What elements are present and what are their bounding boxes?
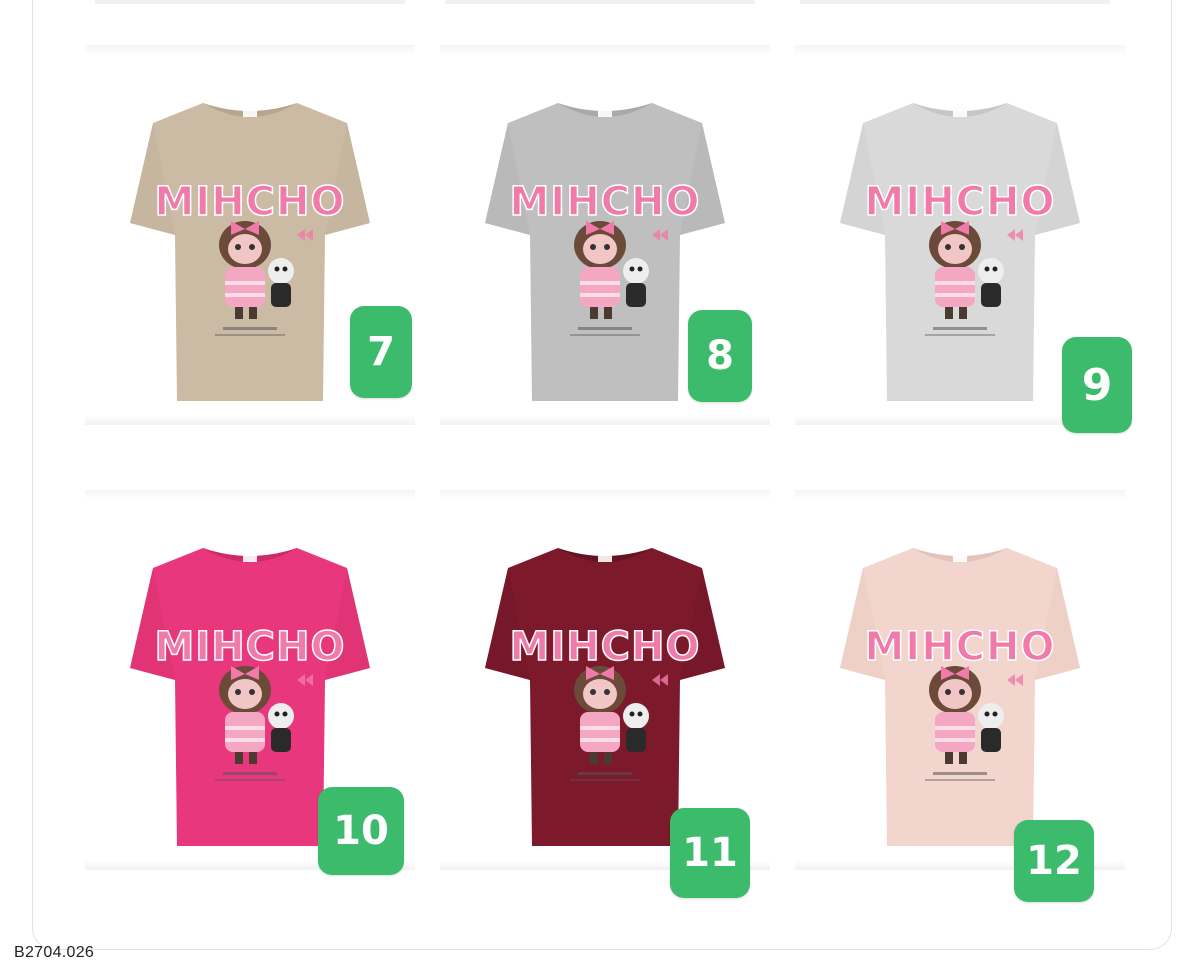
product-number-badge: 11 <box>670 808 750 898</box>
print-wordmark: MIHCHO <box>510 624 701 670</box>
print-character-body <box>225 712 265 752</box>
print-caption-line <box>578 772 632 775</box>
print-caption-line <box>570 334 640 336</box>
product-code: B2704.026 <box>14 944 95 961</box>
print-character-face <box>583 234 617 264</box>
tshirt-image-wrap: MIHCHO <box>795 490 1125 870</box>
print-wordmark: MIHCHO <box>865 179 1056 225</box>
print-wordmark: MIHCHO <box>155 179 346 225</box>
print-caption-line <box>215 334 285 336</box>
print-character-body <box>935 712 975 752</box>
print-character-body <box>225 267 265 307</box>
print-caption-line <box>570 779 640 781</box>
print-plush-head <box>268 703 294 729</box>
print-plush-body <box>981 728 1001 752</box>
print-caption-line <box>578 327 632 330</box>
product-gallery-page: MIHCHO MIHCHO MIHCHO MIHCHO MIHCHO MIHCH… <box>0 0 1200 976</box>
tshirt-tag <box>953 552 967 562</box>
print-wordmark: MIHCHO <box>510 179 701 225</box>
print-plush-body <box>271 283 291 307</box>
previous-row-edge <box>800 0 1110 4</box>
tile-edge <box>85 415 415 425</box>
print-character-face <box>938 679 972 709</box>
tshirt-tag <box>953 107 967 117</box>
print-character-face <box>228 679 262 709</box>
product-tile[interactable]: MIHCHO <box>795 490 1125 870</box>
tile-edge <box>440 415 770 425</box>
tshirt-tag <box>598 552 612 562</box>
print-plush-head <box>623 703 649 729</box>
product-number-badge: 9 <box>1062 337 1132 433</box>
tshirt-tag <box>243 552 257 562</box>
print-plush-body <box>626 283 646 307</box>
tshirt-tag <box>243 107 257 117</box>
print-character-body <box>580 267 620 307</box>
print-wordmark: MIHCHO <box>865 624 1056 670</box>
tshirt-tag <box>598 107 612 117</box>
product-number-badge: 7 <box>350 306 412 398</box>
print-character-face <box>583 679 617 709</box>
print-plush-head <box>978 258 1004 284</box>
print-plush-body <box>626 728 646 752</box>
print-caption-line <box>223 772 277 775</box>
product-number-badge: 10 <box>318 787 404 875</box>
print-caption-line <box>215 779 285 781</box>
print-plush-head <box>268 258 294 284</box>
print-caption-line <box>223 327 277 330</box>
print-character-face <box>938 234 972 264</box>
print-caption-line <box>933 772 987 775</box>
print-plush-head <box>978 703 1004 729</box>
print-caption-line <box>933 327 987 330</box>
print-plush-body <box>981 283 1001 307</box>
product-number-badge: 12 <box>1014 820 1094 902</box>
print-character-body <box>935 267 975 307</box>
product-number-badge: 8 <box>688 310 752 402</box>
print-caption-line <box>925 334 995 336</box>
previous-row-edge <box>95 0 405 4</box>
print-caption-line <box>925 779 995 781</box>
print-character-face <box>228 234 262 264</box>
print-wordmark: MIHCHO <box>155 624 346 670</box>
print-plush-body <box>271 728 291 752</box>
print-character-body <box>580 712 620 752</box>
tshirt-image: MIHCHO <box>840 548 1080 846</box>
previous-row-edge <box>445 0 755 4</box>
print-plush-head <box>623 258 649 284</box>
